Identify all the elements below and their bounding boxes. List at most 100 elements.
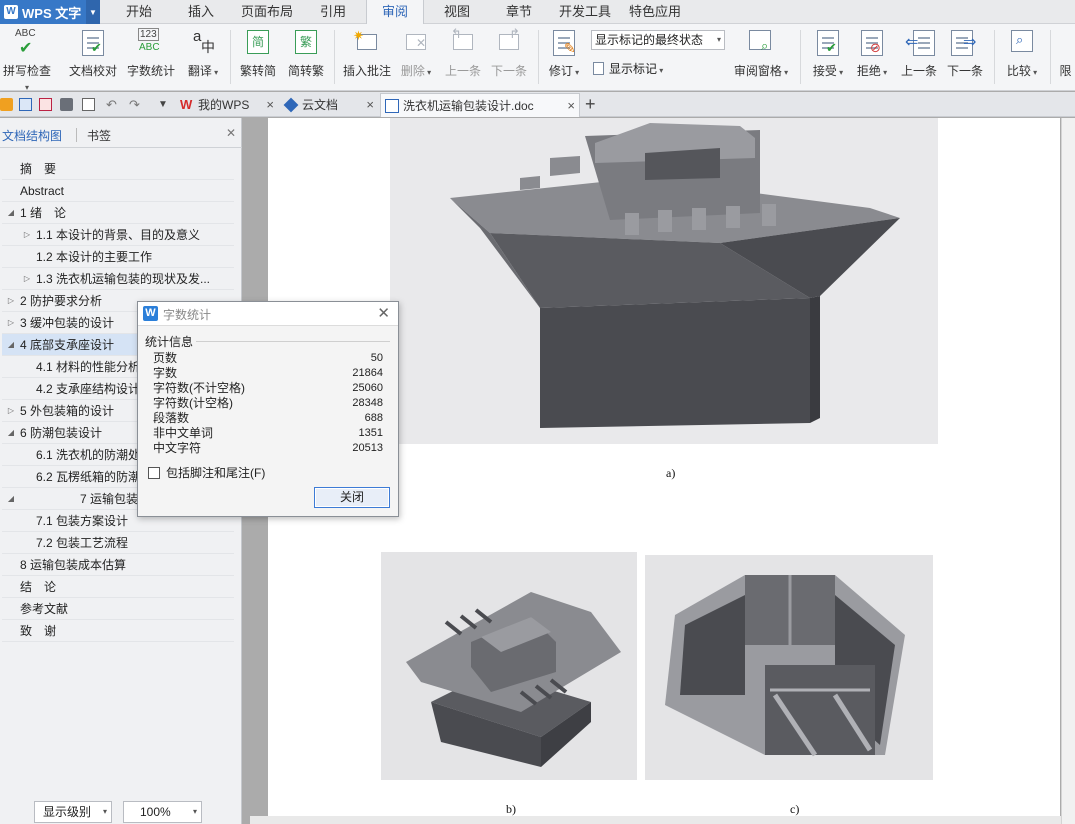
next-change-button[interactable]: ⇒ 下一条: [944, 28, 986, 86]
statistic-row: 页数 50: [153, 351, 383, 366]
reject-icon: ⊘: [858, 28, 886, 58]
close-icon[interactable]: ×: [266, 93, 274, 117]
statistic-row: 字符数(不计空格) 25060: [153, 381, 383, 396]
app-menu-button[interactable]: W WPS 文字 ▼: [0, 0, 100, 24]
expand-arrow-icon[interactable]: ▷: [6, 312, 16, 333]
zoom-select[interactable]: 100% ▾: [123, 801, 202, 823]
expand-arrow-icon[interactable]: ▷: [22, 268, 32, 289]
nav-item[interactable]: 参考文献: [2, 598, 234, 620]
show-markup-button[interactable]: 显示标记 ▾: [593, 60, 663, 77]
support-base-3d-view-c: [665, 575, 905, 757]
prev-comment-button[interactable]: ↰ 上一条: [442, 26, 484, 86]
tab-my-wps-label: 我的WPS: [198, 98, 250, 112]
close-button[interactable]: 关闭: [314, 487, 390, 508]
nav-item[interactable]: 结 论: [2, 576, 234, 598]
tab-cloud-docs[interactable]: 云文档 ×: [280, 93, 378, 117]
collapse-arrow-icon[interactable]: ◢: [6, 202, 16, 223]
trad-to-simp-button[interactable]: 简 繁转简: [234, 28, 282, 86]
next-comment-button[interactable]: ↱ 下一条: [488, 26, 530, 86]
collapse-arrow-icon[interactable]: ◢: [6, 488, 16, 509]
nav-item[interactable]: 7.2 包装工艺流程: [2, 532, 234, 554]
document-tab-bar: ↶ ↷ ▼ W 我的WPS × 云文档 × 洗衣机运输包装设计.doc × +: [0, 92, 1075, 117]
expand-arrow-icon[interactable]: ▷: [6, 290, 16, 311]
show-markup-label: 显示标记: [609, 62, 658, 76]
reject-label: 拒绝: [856, 64, 881, 78]
close-icon[interactable]: ×: [567, 94, 575, 118]
nav-item[interactable]: 摘 要: [2, 158, 234, 180]
print-preview-icon[interactable]: [82, 98, 95, 111]
nav-item[interactable]: 致 谢: [2, 620, 234, 642]
nav-item[interactable]: 1.2 本设计的主要工作: [2, 246, 234, 268]
review-pane-button[interactable]: ⌕ 审阅窗格 ▾: [730, 28, 792, 86]
nav-item-label: 1.1 本设计的背景、目的及意义: [36, 228, 201, 242]
expand-arrow-icon[interactable]: ▷: [6, 400, 16, 421]
horizontal-scrollbar[interactable]: [250, 816, 1061, 824]
tab-view[interactable]: 视图: [432, 0, 482, 24]
statistic-row: 中文字符 20513: [153, 441, 383, 456]
chevron-down-icon: ▾: [192, 807, 197, 816]
spell-check-button[interactable]: ABC ✔ 拼写检查 ▾: [0, 28, 54, 92]
nav-item-label: 5 外包装箱的设计: [20, 404, 115, 418]
tab-page-layout[interactable]: 页面布局: [236, 0, 298, 24]
nav-item[interactable]: Abstract: [2, 180, 234, 202]
close-icon[interactable]: ×: [366, 93, 374, 117]
expand-arrow-icon[interactable]: ▷: [22, 224, 32, 245]
prev-change-button[interactable]: ⇐ 上一条: [898, 28, 940, 86]
proofread-button[interactable]: ✔ 文档校对: [66, 28, 120, 86]
nav-item[interactable]: ◢ 1 绪 论: [2, 202, 234, 224]
collapse-arrow-icon[interactable]: ◢: [6, 422, 16, 443]
tab-features[interactable]: 特色应用: [624, 0, 686, 24]
tab-review[interactable]: 审阅: [366, 0, 424, 24]
vertical-scrollbar[interactable]: [1061, 118, 1075, 824]
redo-icon[interactable]: ↷: [129, 98, 142, 111]
accept-button[interactable]: ✔ 接受 ▾: [808, 28, 848, 86]
dialog-title: 字数统计: [163, 308, 212, 322]
statistic-value: 25060: [352, 382, 383, 394]
close-icon[interactable]: ✕: [377, 304, 390, 322]
undo-icon[interactable]: ↶: [106, 98, 119, 111]
restrict-editing-button[interactable]: 限: [1056, 28, 1075, 86]
wps-icon: W: [180, 97, 193, 112]
simp-to-trad-button[interactable]: 繁 简转繁: [282, 28, 330, 86]
dialog-title-bar[interactable]: W 字数统计 ✕: [138, 302, 398, 326]
markup-state-select[interactable]: 显示标记的最终状态 ▾: [591, 30, 725, 50]
proofread-label: 文档校对: [68, 64, 117, 78]
checkbox-box[interactable]: [148, 466, 160, 479]
translate-button[interactable]: a 中 翻译 ▾: [182, 28, 224, 86]
export-pdf-icon[interactable]: [39, 98, 52, 111]
nav-item[interactable]: ▷ 1.3 洗衣机运输包装的现状及发...: [2, 268, 234, 290]
track-changes-button[interactable]: ✎ 修订 ▾: [544, 28, 584, 86]
print-icon[interactable]: [60, 98, 73, 111]
tab-document-structure[interactable]: 文档结构图: [2, 127, 62, 144]
insert-comment-button[interactable]: ✷ 插入批注: [340, 28, 394, 86]
tab-developer[interactable]: 开发工具: [554, 0, 616, 24]
open-icon[interactable]: [0, 98, 13, 111]
tab-insert[interactable]: 插入: [176, 0, 226, 24]
tab-my-wps[interactable]: W 我的WPS ×: [176, 93, 278, 117]
tab-home[interactable]: 开始: [114, 0, 164, 24]
include-footnotes-label: 包括脚注和尾注(F): [166, 466, 266, 480]
close-icon[interactable]: ✕: [226, 126, 236, 140]
prev-change-icon: ⇐: [905, 28, 935, 58]
save-icon[interactable]: [19, 98, 32, 111]
include-footnotes-checkbox[interactable]: 包括脚注和尾注(F): [148, 464, 265, 481]
nav-item[interactable]: ▷ 1.1 本设计的背景、目的及意义: [2, 224, 234, 246]
nav-item[interactable]: 8 运输包装成本估算: [2, 554, 234, 576]
chevron-down-icon[interactable]: ▼: [86, 0, 100, 24]
tab-bookmarks[interactable]: 书签: [87, 127, 111, 144]
tab-current-document[interactable]: 洗衣机运输包装设计.doc ×: [380, 93, 580, 117]
tab-chapter[interactable]: 章节: [494, 0, 544, 24]
trad-to-simp-icon: 简: [244, 28, 272, 58]
statistic-value: 50: [370, 352, 383, 364]
new-tab-button[interactable]: +: [585, 92, 596, 116]
spell-check-label: 拼写检查: [2, 64, 51, 78]
word-count-button[interactable]: 123 ABC 字数统计: [124, 28, 178, 86]
tab-references[interactable]: 引用: [308, 0, 358, 24]
delete-comment-button[interactable]: ✕ 删除 ▾: [396, 28, 436, 86]
compare-button[interactable]: ⌕ 比较 ▾: [1002, 28, 1042, 86]
outline-level-select[interactable]: 显示级别 ▾: [34, 801, 112, 823]
tab-current-document-label: 洗衣机运输包装设计.doc: [403, 99, 534, 113]
collapse-arrow-icon[interactable]: ◢: [6, 334, 16, 355]
chevron-down-icon[interactable]: ▼: [158, 98, 171, 111]
reject-button[interactable]: ⊘ 拒绝 ▾: [852, 28, 892, 86]
